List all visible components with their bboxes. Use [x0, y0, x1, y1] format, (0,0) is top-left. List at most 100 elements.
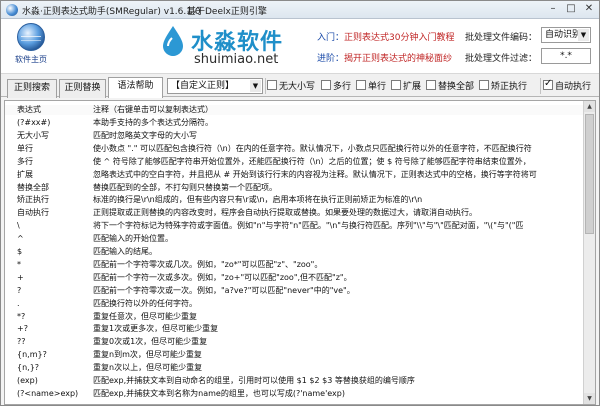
expression-cell[interactable]: 替换全部	[17, 183, 87, 193]
minimize-icon[interactable]: –	[546, 3, 560, 16]
comment-cell: 匹配exp,并捕获文本到名称为name的组里，也可以写成(?'name'exp)	[93, 388, 345, 398]
expression-cell[interactable]: ??	[17, 337, 87, 347]
checkbox[interactable]	[426, 80, 436, 90]
expression-cell[interactable]: ^	[17, 234, 87, 244]
checkbox[interactable]	[267, 80, 277, 90]
table-row[interactable]: \ 将下一个字符标记为特殊字符或字面值。例如"n"与字符"n"匹配。"\n"与换行…	[5, 221, 583, 231]
table-row[interactable]: (exp) 匹配exp,并捕获文本到自动命名的组里，引用时可以使用 $1 $2 $…	[5, 376, 583, 386]
expression-cell[interactable]: +?	[17, 324, 87, 334]
table-row[interactable]: $ 匹配输入的结尾。	[5, 247, 583, 257]
table-row[interactable]: . 匹配换行符以外的任何字符。	[5, 299, 583, 309]
close-icon[interactable]: ✕	[582, 3, 596, 16]
expression-cell[interactable]: *	[17, 260, 87, 270]
expression-cell[interactable]: 单行	[17, 144, 87, 154]
table-row[interactable]: +? 重复1次或更多次，但尽可能少重复	[5, 324, 583, 334]
checkbox[interactable]	[391, 80, 401, 90]
checkbox[interactable]	[356, 80, 366, 90]
comment-cell: 匹配exp,并捕获文本到自动命名的组里，引用时可以使用 $1 $2 $3 等替换…	[93, 376, 415, 385]
table-row[interactable]: (?#xx#) 本助手支持的多个表达式分隔符。	[5, 118, 583, 128]
chevron-down-icon: ▼	[578, 29, 589, 41]
option-label: 扩展	[403, 82, 422, 92]
expression-cell[interactable]: +	[17, 273, 87, 283]
option-label: 自动执行	[555, 82, 592, 92]
option-extended[interactable]: 扩展	[391, 80, 421, 92]
comment-cell: 使小数点 "." 可以匹配包含换行符（\n）在内的任意字符。默认情况下，小数点只…	[93, 143, 532, 153]
regex-preset-select[interactable]: 【自定义正则】 ▼	[167, 78, 263, 94]
column-header-expression: 表达式	[17, 105, 41, 114]
table-row[interactable]: *? 重复任意次，但尽可能少重复	[5, 312, 583, 322]
expression-cell[interactable]: 扩展	[17, 170, 87, 180]
vertical-scrollbar[interactable]: ▲ ▼	[583, 101, 595, 404]
table-row[interactable]: 替换全部 替换匹配到的全部，不打勾则只替换第一个匹配项。	[5, 183, 583, 193]
comment-cell: 将下一个字符标记为特殊字符或字面值。例如"n"与字符"n"匹配。"\n"与换行符…	[93, 221, 524, 231]
expression-cell[interactable]: 自动执行	[17, 208, 87, 218]
divider	[265, 78, 266, 94]
app-icon	[6, 4, 18, 16]
table-row[interactable]: 矫正执行 标准的换行是\r\n组成的，但有些内容只有\r或\n，启用本项将在执行正…	[5, 195, 583, 205]
table-row[interactable]: ? 匹配前一个字符零次或一次。例如，"a?ve?"可以匹配"never"中的"ve…	[5, 286, 583, 296]
comment-cell: 忽略表达式中的空白字符，并且把从 # 开始到该行行末的内容视为注释。默认情况下，…	[93, 169, 537, 179]
table-row[interactable]: (?<name>exp) 匹配exp,并捕获文本到名称为name的组里，也可以写成…	[5, 389, 583, 399]
expression-cell[interactable]: \	[17, 221, 87, 231]
logo-domain: shuimiao.net	[194, 52, 279, 67]
home-label: 软件主页	[15, 55, 47, 64]
expression-cell[interactable]: 多行	[17, 157, 87, 167]
encoding-select[interactable]: 自动识别 ▼	[541, 27, 591, 43]
comment-cell: 重复n到m次，但尽可能少重复	[93, 350, 202, 360]
table-row[interactable]: ^ 匹配输入的开始位置。	[5, 234, 583, 244]
option-ignore-case[interactable]: 无大小写	[267, 80, 315, 92]
expression-cell[interactable]: 无大小写	[17, 131, 87, 141]
expression-cell[interactable]: (?<name>exp)	[17, 389, 87, 399]
entry-key: 入门：	[317, 33, 345, 43]
window-subtitle: 基于Deelx正则引擎	[187, 7, 267, 17]
option-replace-all[interactable]: 替换全部	[426, 80, 474, 92]
table-row[interactable]: * 匹配前一个字符零次或几次。例如，"zo*"可以匹配"z"、"zoo"。	[5, 260, 583, 270]
tab-regex-replace[interactable]: 正则替换	[59, 79, 106, 98]
syntax-help-list[interactable]: 表达式 注释（右键单击可以复制表达式） (?#xx#) 本助手支持的多个表达式分隔…	[4, 100, 596, 405]
maximize-icon[interactable]: □	[564, 3, 578, 16]
option-label: 单行	[368, 82, 387, 92]
tab-syntax-help[interactable]: 语法帮助	[108, 77, 163, 98]
expression-cell[interactable]: ?	[17, 286, 87, 296]
expression-cell[interactable]: (exp)	[17, 376, 87, 386]
table-row[interactable]: {n,}? 重复n次以上，但尽可能少重复	[5, 363, 583, 373]
table-row[interactable]: 单行 使小数点 "." 可以匹配包含换行符（\n）在内的任意字符。默认情况下，小数…	[5, 144, 583, 154]
expression-cell[interactable]: *?	[17, 312, 87, 322]
comment-cell: 匹配前一个字符零次或几次。例如，"zo*"可以匹配"z"、"zoo"。	[93, 259, 323, 269]
window-title: 水淼·正则表达式助手(SMRegular) v1.6.1.0	[22, 7, 201, 17]
expression-cell[interactable]: .	[17, 299, 87, 309]
option-singleline[interactable]: 单行	[356, 80, 386, 92]
title-bar[interactable]: 水淼·正则表达式助手(SMRegular) v1.6.1.0 基于Deelx正则…	[1, 1, 599, 19]
scroll-thumb[interactable]	[585, 114, 594, 234]
comment-cell: 重复1次或更多次，但尽可能少重复	[93, 324, 219, 334]
option-auto-run[interactable]: 自动执行	[543, 78, 592, 92]
table-row[interactable]: ?? 重复0次或1次，但尽可能少重复	[5, 337, 583, 347]
home-button[interactable]: 软件主页	[9, 23, 53, 67]
tab-regex-search[interactable]: 正则搜索	[7, 79, 57, 98]
expression-cell[interactable]: {n,m}?	[17, 350, 87, 360]
option-normalize-newline[interactable]: 矫正执行	[479, 80, 527, 92]
checkbox-checked[interactable]	[543, 78, 553, 90]
option-multiline[interactable]: 多行	[321, 80, 351, 92]
app-window: 水淼·正则表达式助手(SMRegular) v1.6.1.0 基于Deelx正则…	[0, 0, 600, 406]
tutorial-link-advanced[interactable]: 进阶：揭开正则表达式的神秘面纱	[317, 51, 452, 64]
table-row[interactable]: + 匹配前一个字符一次或多次。例如，"zo+"可以匹配"zoo",但不匹配"z"。	[5, 273, 583, 283]
scroll-up-icon[interactable]: ▲	[584, 101, 595, 112]
expression-cell[interactable]: {n,}?	[17, 363, 87, 373]
scroll-down-icon[interactable]: ▼	[584, 393, 595, 404]
tutorial-link-beginner[interactable]: 入门：正则表达式30分钟入门教程	[317, 30, 454, 43]
expression-cell[interactable]: $	[17, 247, 87, 257]
filter-input[interactable]: *.*	[541, 48, 591, 64]
table-row[interactable]: {n,m}? 重复n到m次，但尽可能少重复	[5, 350, 583, 360]
table-row[interactable]: 自动执行 正则提取或正则替换的内容改变时，程序会自动执行提取或替换。如果要处理的数…	[5, 208, 583, 218]
expression-cell[interactable]: (?#xx#)	[17, 118, 87, 128]
checkbox[interactable]	[321, 80, 331, 90]
checkbox[interactable]	[479, 80, 489, 90]
table-row[interactable]: 多行使 ^ 符号除了能够匹配字符串开始位置外，还能匹配换行符（\n）之后的位置；…	[5, 157, 583, 167]
expression-cell[interactable]: 矫正执行	[17, 195, 87, 205]
comment-cell: 重复n次以上，但尽可能少重复	[93, 363, 203, 373]
table-row[interactable]: 扩展 忽略表达式中的空白字符，并且把从 # 开始到该行行末的内容视为注释。默认情况…	[5, 170, 583, 180]
table-row[interactable]: 无大小写 匹配时忽略英文字母的大小写	[5, 131, 583, 141]
comment-cell: 替换匹配到的全部，不打勾则只替换第一个匹配项。	[93, 182, 277, 192]
header: 软件主页 水淼软件 shuimiao.net 入门：正则表达式30分钟入门教程 …	[1, 19, 599, 73]
